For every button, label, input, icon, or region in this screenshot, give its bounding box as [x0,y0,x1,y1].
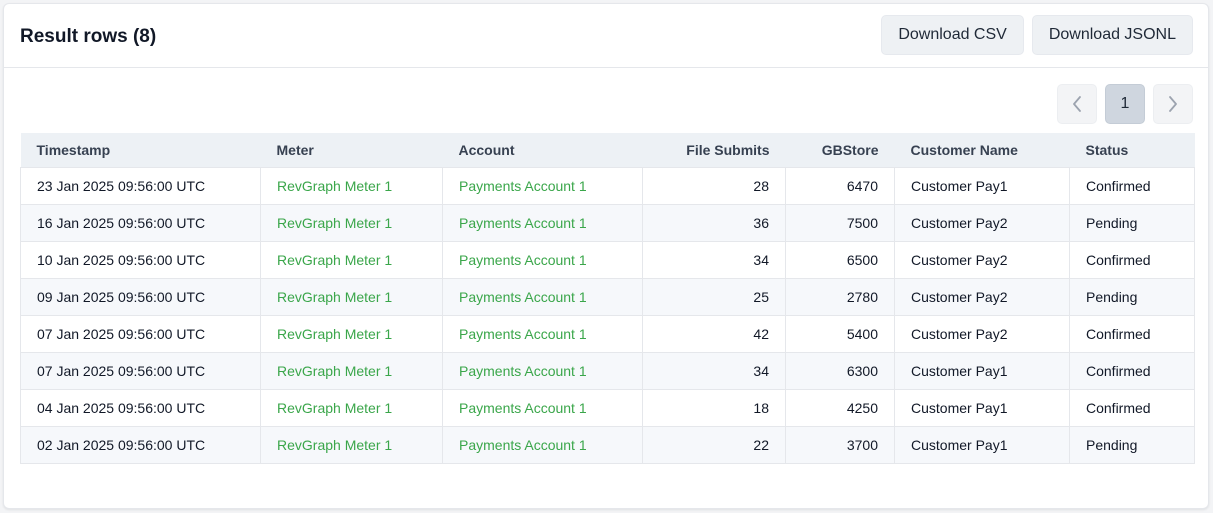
gbstore-cell: 6500 [785,240,895,279]
gbstore-cell: 3700 [785,425,895,464]
header-row: Timestamp Meter Account File Submits GBS… [20,133,1195,167]
customer-name-cell: Customer Pay2 [894,277,1070,316]
pagination: 1 [1057,84,1193,124]
card-header: Result rows (8) Download CSV Download JS… [4,4,1208,68]
meter-link[interactable]: RevGraph Meter 1 [260,240,443,279]
file-submits-cell: 28 [642,166,786,205]
page-1-button[interactable]: 1 [1105,84,1145,124]
timestamp-cell: 09 Jan 2025 09:56:00 UTC [20,277,261,316]
meter-link[interactable]: RevGraph Meter 1 [260,351,443,390]
file-submits-cell: 22 [642,425,786,464]
status-cell: Confirmed [1069,388,1195,427]
file-submits-cell: 36 [642,203,786,242]
column-header-file-submits[interactable]: File Submits [642,133,786,167]
gbstore-cell: 5400 [785,314,895,353]
customer-name-cell: Customer Pay1 [894,166,1070,205]
table-row: 09 Jan 2025 09:56:00 UTC RevGraph Meter … [20,277,1195,316]
customer-name-cell: Customer Pay1 [894,351,1070,390]
results-table: Timestamp Meter Account File Submits GBS… [20,133,1195,464]
meter-link[interactable]: RevGraph Meter 1 [260,388,443,427]
chevron-right-icon [1169,96,1177,112]
download-jsonl-button[interactable]: Download JSONL [1031,15,1193,55]
status-cell: Confirmed [1069,166,1195,205]
table-row: 16 Jan 2025 09:56:00 UTC RevGraph Meter … [20,203,1195,242]
account-link[interactable]: Payments Account 1 [442,314,643,353]
column-header-meter[interactable]: Meter [260,133,443,167]
customer-name-cell: Customer Pay1 [894,425,1070,464]
meter-link[interactable]: RevGraph Meter 1 [260,203,443,242]
account-link[interactable]: Payments Account 1 [442,277,643,316]
meter-link[interactable]: RevGraph Meter 1 [260,166,443,205]
file-submits-cell: 18 [642,388,786,427]
timestamp-cell: 07 Jan 2025 09:56:00 UTC [20,351,261,390]
table-row: 02 Jan 2025 09:56:00 UTC RevGraph Meter … [20,425,1195,464]
file-submits-cell: 34 [642,351,786,390]
table-body: 23 Jan 2025 09:56:00 UTC RevGraph Meter … [20,166,1195,464]
prev-page-button[interactable] [1057,84,1097,124]
gbstore-cell: 6300 [785,351,895,390]
file-submits-cell: 25 [642,277,786,316]
timestamp-cell: 16 Jan 2025 09:56:00 UTC [20,203,261,242]
timestamp-cell: 10 Jan 2025 09:56:00 UTC [20,240,261,279]
chevron-left-icon [1073,96,1081,112]
customer-name-cell: Customer Pay2 [894,240,1070,279]
header-actions: Download CSV Download JSONL [881,15,1193,55]
meter-link[interactable]: RevGraph Meter 1 [260,314,443,353]
account-link[interactable]: Payments Account 1 [442,203,643,242]
column-header-timestamp[interactable]: Timestamp [20,133,261,167]
status-cell: Confirmed [1069,351,1195,390]
column-header-status[interactable]: Status [1069,133,1195,167]
gbstore-cell: 4250 [785,388,895,427]
table-row: 07 Jan 2025 09:56:00 UTC RevGraph Meter … [20,314,1195,353]
status-cell: Pending [1069,425,1195,464]
download-csv-button[interactable]: Download CSV [881,15,1024,55]
gbstore-cell: 2780 [785,277,895,316]
table-header: Timestamp Meter Account File Submits GBS… [20,133,1195,167]
timestamp-cell: 04 Jan 2025 09:56:00 UTC [20,388,261,427]
file-submits-cell: 34 [642,240,786,279]
account-link[interactable]: Payments Account 1 [442,351,643,390]
meter-link[interactable]: RevGraph Meter 1 [260,425,443,464]
next-page-button[interactable] [1153,84,1193,124]
table-row: 04 Jan 2025 09:56:00 UTC RevGraph Meter … [20,388,1195,427]
account-link[interactable]: Payments Account 1 [442,388,643,427]
column-header-account[interactable]: Account [442,133,643,167]
status-cell: Pending [1069,203,1195,242]
table-row: 10 Jan 2025 09:56:00 UTC RevGraph Meter … [20,240,1195,279]
card-title: Result rows (8) [20,26,157,47]
table-row: 23 Jan 2025 09:56:00 UTC RevGraph Meter … [20,166,1195,205]
meter-link[interactable]: RevGraph Meter 1 [260,277,443,316]
timestamp-cell: 23 Jan 2025 09:56:00 UTC [20,166,261,205]
account-link[interactable]: Payments Account 1 [442,166,643,205]
account-link[interactable]: Payments Account 1 [442,240,643,279]
customer-name-cell: Customer Pay2 [894,314,1070,353]
status-cell: Confirmed [1069,314,1195,353]
customer-name-cell: Customer Pay1 [894,388,1070,427]
column-header-customer-name[interactable]: Customer Name [894,133,1070,167]
column-header-gbstore[interactable]: GBStore [785,133,895,167]
timestamp-cell: 02 Jan 2025 09:56:00 UTC [20,425,261,464]
account-link[interactable]: Payments Account 1 [442,425,643,464]
results-card: Result rows (8) Download CSV Download JS… [3,3,1209,509]
gbstore-cell: 7500 [785,203,895,242]
status-cell: Confirmed [1069,240,1195,279]
gbstore-cell: 6470 [785,166,895,205]
customer-name-cell: Customer Pay2 [894,203,1070,242]
results-table-wrapper: Timestamp Meter Account File Submits GBS… [20,133,1195,464]
timestamp-cell: 07 Jan 2025 09:56:00 UTC [20,314,261,353]
table-row: 07 Jan 2025 09:56:00 UTC RevGraph Meter … [20,351,1195,390]
status-cell: Pending [1069,277,1195,316]
file-submits-cell: 42 [642,314,786,353]
